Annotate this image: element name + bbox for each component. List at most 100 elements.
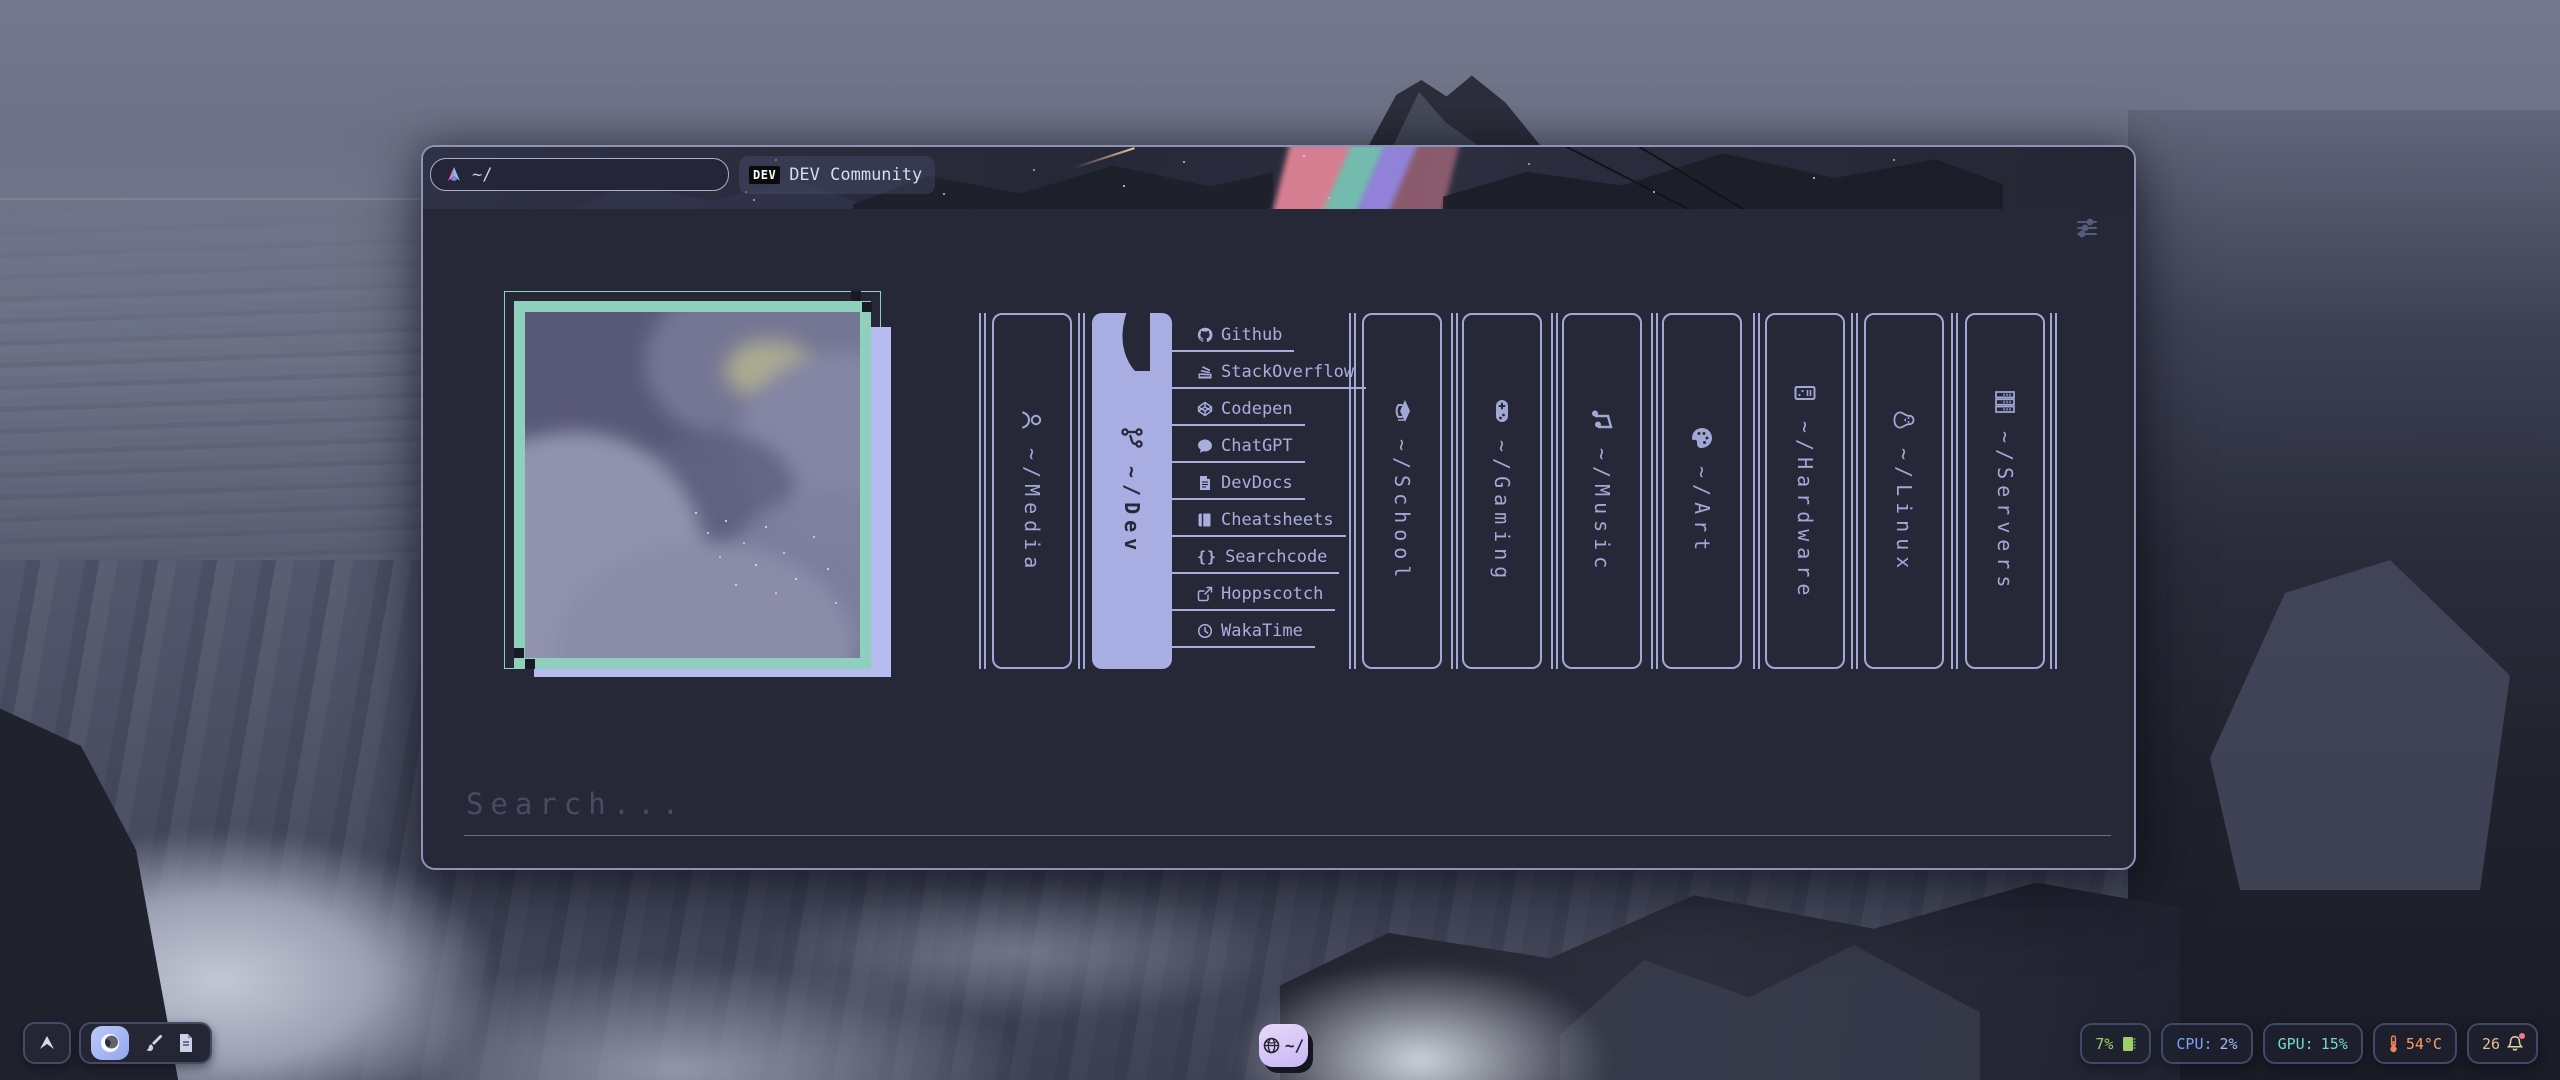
spine-label: ~/School: [1390, 439, 1414, 583]
link-label: Github: [1221, 325, 1282, 345]
temperature-widget[interactable]: 54°C: [2373, 1023, 2457, 1064]
link-label: DevDocs: [1221, 473, 1293, 493]
link-label: Hoppscotch: [1221, 584, 1323, 604]
gamepad-icon: [1489, 398, 1515, 424]
link-github[interactable]: Github: [1171, 325, 1294, 352]
frame-handle: [862, 302, 872, 312]
spine-label: ~/Music: [1590, 448, 1614, 574]
cloud-painting: [525, 312, 860, 658]
pc-tower-icon: [1793, 381, 1817, 405]
artwork-image: [514, 301, 871, 669]
shelf-divider: [1951, 313, 1958, 669]
share-box-icon: [1197, 586, 1213, 602]
link-devdocs[interactable]: DevDocs: [1171, 473, 1305, 500]
frame-handle: [851, 291, 861, 301]
shelf-divider: [1451, 313, 1458, 669]
tab-title: DEV Community: [789, 165, 922, 185]
url-bar[interactable]: ~/: [430, 158, 729, 191]
banner-aurora: [1272, 147, 1461, 209]
spine-music[interactable]: ~/Music: [1562, 313, 1642, 669]
search-input[interactable]: [464, 781, 2111, 836]
spine-label: ~/Art: [1690, 466, 1714, 556]
git-branch-icon: [1120, 426, 1144, 450]
link-stackoverflow[interactable]: StackOverflow: [1171, 362, 1366, 389]
gpu-value: 15%: [2321, 1035, 2348, 1053]
banner-stars: [423, 147, 425, 149]
cpu-widget[interactable]: CPU: 2%: [2161, 1023, 2252, 1064]
url-text: ~/: [472, 165, 492, 185]
link-label: Cheatsheets: [1221, 510, 1334, 530]
codepen-icon: [1197, 401, 1213, 417]
browser-logo-icon: [445, 166, 463, 184]
chip-icon: [2120, 1035, 2136, 1053]
notification-dot: [2519, 1033, 2525, 1039]
music-note-icon: [1590, 408, 1614, 432]
spine-linux[interactable]: ~/Linux: [1864, 313, 1944, 669]
spine-hardware[interactable]: ~/Hardware: [1765, 313, 1845, 669]
link-label: Searchcode: [1225, 547, 1327, 567]
sliders-icon[interactable]: [2076, 217, 2098, 239]
link-label: Codepen: [1221, 399, 1293, 419]
app-launcher-button[interactable]: [23, 1022, 71, 1064]
workspace-label: ~/: [1285, 1036, 1304, 1055]
notification-count: 26: [2482, 1035, 2500, 1053]
thermometer-icon: [2388, 1035, 2399, 1053]
braces-icon: {}: [1197, 548, 1217, 566]
spine-servers[interactable]: ~/Servers: [1965, 313, 2045, 669]
wallpaper-foam: [760, 880, 1280, 1020]
firefox-icon[interactable]: [91, 1026, 129, 1060]
link-hoppscotch[interactable]: Hoppscotch: [1171, 584, 1335, 611]
memory-widget[interactable]: 7%: [2080, 1023, 2151, 1064]
workspace-button[interactable]: ~/: [1259, 1024, 1308, 1067]
book-icon: [1197, 512, 1213, 528]
github-icon: [1197, 327, 1213, 343]
file-icon[interactable]: [177, 1033, 195, 1053]
graduation-cap-icon: [1390, 399, 1414, 423]
shelf-divider: [1551, 313, 1558, 669]
banner-shooting-star: [1073, 147, 1134, 169]
spine-label: ~/Hardware: [1793, 421, 1817, 601]
spine-school[interactable]: ~/School: [1362, 313, 1442, 669]
spine-art[interactable]: ~/Art: [1662, 313, 1742, 669]
shelf-divider: [1753, 313, 1760, 669]
desktop: ~/ DEV DEV Community: [0, 0, 2560, 1080]
palette-icon: [1690, 426, 1714, 450]
notifications-widget[interactable]: 26: [2467, 1023, 2538, 1064]
spine-label: ~/Dev: [1120, 466, 1144, 556]
paintbrush-icon[interactable]: [143, 1033, 163, 1053]
temperature-value: 54°C: [2406, 1035, 2442, 1053]
link-codepen[interactable]: Codepen: [1171, 399, 1305, 426]
shelf-divider: [1651, 313, 1658, 669]
clock-icon: [1197, 623, 1213, 639]
link-label: ChatGPT: [1221, 436, 1293, 456]
dev-badge: DEV: [749, 166, 780, 184]
spine-label: ~/Media: [1020, 448, 1044, 574]
gpu-widget[interactable]: GPU: 15%: [2263, 1023, 2363, 1064]
memory-value: 7%: [2095, 1035, 2113, 1053]
link-chatgpt[interactable]: ChatGPT: [1171, 436, 1305, 463]
server-rack-icon: [1992, 389, 2018, 415]
link-cheatsheets[interactable]: Cheatsheets: [1171, 510, 1346, 537]
spine-dev[interactable]: ~/Dev: [1092, 313, 1172, 669]
document-icon: [1197, 475, 1213, 491]
banner-art: [1443, 147, 2003, 209]
link-label: WakaTime: [1221, 621, 1303, 641]
tab-dev-community[interactable]: DEV DEV Community: [739, 156, 935, 194]
bookshelf: ~/Media ~/Dev: [979, 313, 2064, 669]
link-searchcode[interactable]: {} Searchcode: [1171, 547, 1339, 574]
stackoverflow-icon: [1197, 364, 1213, 380]
person-icon: [1020, 408, 1044, 432]
spine-media[interactable]: ~/Media: [992, 313, 1072, 669]
spine-label: ~/Gaming: [1490, 440, 1514, 584]
featured-artwork: [504, 291, 984, 711]
link-wakatime[interactable]: WakaTime: [1171, 621, 1315, 648]
shelf-divider: [1851, 313, 1858, 669]
spine-gaming[interactable]: ~/Gaming: [1462, 313, 1542, 669]
spine-label: ~/Linux: [1892, 448, 1916, 574]
gpu-label: GPU:: [2278, 1035, 2314, 1053]
dev-links: Github StackOverflow: [1171, 325, 1366, 658]
cpu-value: 2%: [2220, 1035, 2238, 1053]
cpu-label: CPU:: [2176, 1035, 2212, 1053]
shelf-divider: [2050, 313, 2057, 669]
system-tray: 7% CPU: 2% GPU: 15% 54°C: [2080, 1023, 2538, 1064]
